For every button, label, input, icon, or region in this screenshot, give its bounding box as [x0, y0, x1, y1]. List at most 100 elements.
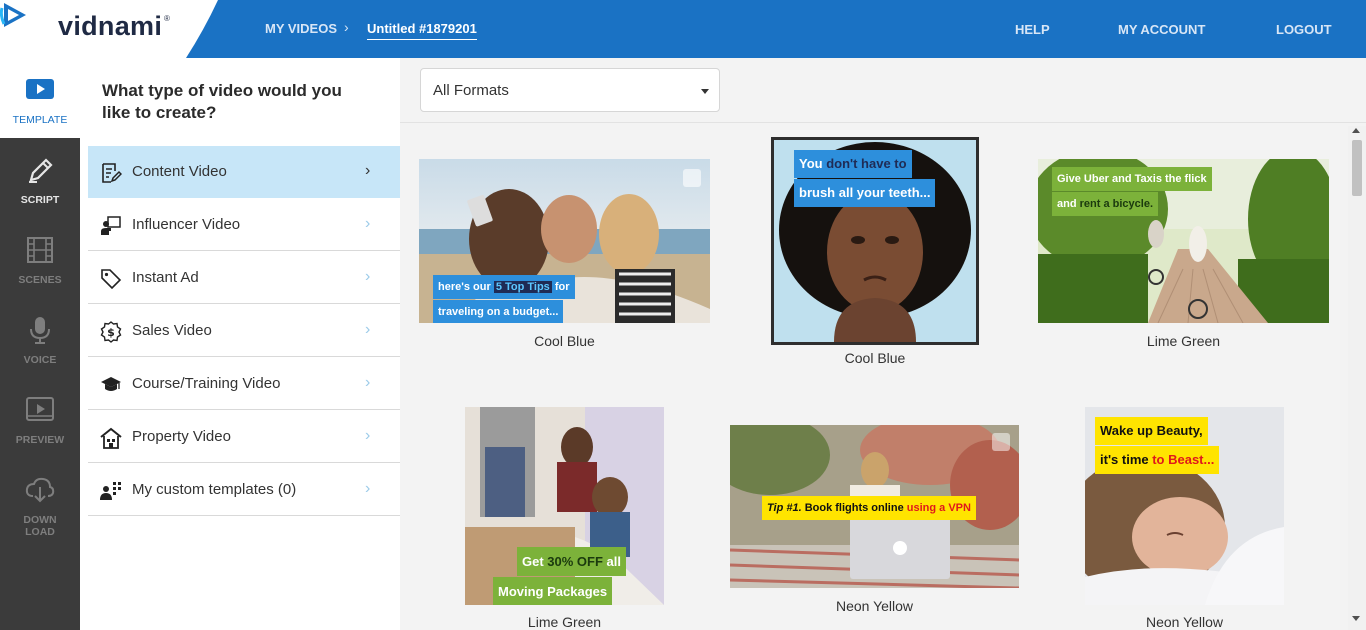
- category-my-custom-templates[interactable]: My custom templates (0) ›: [88, 464, 400, 516]
- category-label: Property Video: [132, 428, 231, 445]
- preview-screen-icon: [26, 397, 54, 421]
- breadcrumb-separator: ›: [344, 19, 349, 35]
- template-caption: You don't have to brush all your teeth..…: [794, 150, 936, 208]
- template-thumbnail[interactable]: Give Uber and Taxis the flick and rent a…: [1038, 159, 1329, 323]
- template-name: Cool Blue: [844, 350, 906, 366]
- play-screen-icon: [26, 79, 54, 99]
- document-edit-icon: [102, 163, 122, 183]
- category-label: Instant Ad: [132, 269, 199, 286]
- rail-label-download-line1: DOWN: [23, 514, 57, 526]
- help-link[interactable]: HELP: [1015, 22, 1050, 37]
- template-name: Neon Yellow: [835, 598, 914, 614]
- scroll-up-arrow-icon[interactable]: [1352, 128, 1360, 133]
- rail-item-voice[interactable]: VOICE: [0, 298, 80, 378]
- caption-text: for: [551, 281, 570, 293]
- caption-text: Tip #1.: [767, 502, 805, 514]
- caption-text: all: [602, 554, 621, 569]
- logo[interactable]: vidnami ®: [0, 0, 220, 58]
- breadcrumb-my-videos[interactable]: MY VIDEOS: [265, 21, 337, 36]
- template-thumbnail[interactable]: Tip #1. Book flights online using a VPN: [730, 425, 1019, 588]
- template-caption: Tip #1. Book flights online using a VPN: [762, 496, 976, 521]
- chevron-right-icon: ›: [365, 162, 371, 179]
- format-dropdown[interactable]: All Formats: [420, 68, 720, 112]
- microphone-icon: [30, 317, 50, 344]
- template-caption: Get 30% OFF all Moving Packages: [493, 547, 626, 605]
- gallery-divider: [400, 122, 1366, 123]
- caption-text: You: [799, 156, 827, 171]
- chevron-right-icon: ›: [365, 374, 371, 391]
- rail-label-template: TEMPLATE: [12, 114, 68, 126]
- template-thumbnail[interactable]: Get 30% OFF all Moving Packages: [465, 407, 664, 605]
- caption-text: Moving Packages: [493, 577, 613, 605]
- pencil-icon: [29, 158, 53, 183]
- logo-text: vidnami: [58, 11, 163, 41]
- graduation-cap-icon: [101, 377, 121, 391]
- rail-item-template[interactable]: TEMPLATE: [0, 58, 80, 138]
- category-property-video[interactable]: Property Video ›: [88, 411, 400, 463]
- film-icon: [27, 237, 53, 263]
- caption-highlight: 30% OFF: [547, 554, 603, 569]
- template-thumbnail[interactable]: You don't have to brush all your teeth..…: [771, 137, 979, 345]
- scroll-down-arrow-icon[interactable]: [1352, 616, 1360, 621]
- rail-item-script[interactable]: SCRIPT: [0, 138, 80, 218]
- category-label: Course/Training Video: [132, 375, 281, 392]
- caption-highlight: using a VPN: [906, 502, 971, 514]
- caption-text: and: [1057, 198, 1080, 210]
- category-label: Influencer Video: [132, 216, 241, 233]
- caption-text: Wake up Beauty,: [1095, 417, 1208, 445]
- category-content-video[interactable]: Content Video ›: [88, 146, 400, 198]
- chevron-right-icon: ›: [365, 268, 371, 285]
- rail-label-voice: VOICE: [23, 354, 57, 366]
- caret-down-icon: [701, 89, 709, 94]
- caption-text: it's time: [1100, 452, 1153, 467]
- template-thumbnail[interactable]: Wake up Beauty, it's time to Beast...: [1085, 407, 1284, 605]
- template-gallery: All Formats here's our 5 Top Tips for tr…: [400, 58, 1366, 630]
- template-caption: Wake up Beauty, it's time to Beast...: [1095, 417, 1220, 475]
- rail-item-download[interactable]: DOWN LOAD: [0, 458, 80, 538]
- users-grid-icon: [100, 482, 121, 500]
- category-label: Content Video: [132, 163, 227, 180]
- category-course-training-video[interactable]: Course/Training Video ›: [88, 358, 400, 410]
- caption-text: Get: [522, 554, 548, 569]
- step-rail: TEMPLATE SCRIPT SCENES VOICE PREVIEW DOW…: [0, 58, 80, 630]
- caption-highlight: don't have to: [826, 156, 907, 171]
- template-caption: here's our 5 Top Tips for traveling on a…: [433, 275, 575, 323]
- template-name: Neon Yellow: [1145, 614, 1224, 630]
- caption-text: Book flights online: [804, 502, 907, 514]
- category-influencer-video[interactable]: Influencer Video ›: [88, 199, 400, 251]
- logout-link[interactable]: LOGOUT: [1276, 22, 1332, 37]
- my-account-link[interactable]: MY ACCOUNT: [1118, 22, 1205, 37]
- chevron-right-icon: ›: [365, 215, 371, 232]
- template-name: Lime Green: [1146, 333, 1221, 349]
- vidnami-logo-icon: [0, 3, 26, 27]
- rail-item-preview[interactable]: PREVIEW: [0, 378, 80, 458]
- gallery-scrollbar-thumb[interactable]: [1352, 140, 1362, 196]
- caption-text: traveling on a budget...: [433, 300, 564, 323]
- panel-title: What type of video would you like to cre…: [102, 81, 342, 122]
- breadcrumb-current-project[interactable]: Untitled #1879201: [367, 21, 477, 40]
- category-instant-ad[interactable]: Instant Ad ›: [88, 252, 400, 304]
- template-caption: Give Uber and Taxis the flick and rent a…: [1052, 167, 1212, 217]
- presenter-icon: [101, 216, 121, 235]
- gallery-scrollbar[interactable]: [1348, 126, 1366, 630]
- video-type-panel: What type of video would you like to cre…: [80, 58, 400, 630]
- rail-label-download: DOWN LOAD: [0, 514, 80, 538]
- template-name: Lime Green: [527, 614, 602, 630]
- dollar-badge-icon: $: [100, 321, 122, 343]
- chevron-right-icon: ›: [365, 427, 371, 444]
- tag-icon: [101, 269, 122, 290]
- caption-text: here's our: [438, 281, 494, 293]
- rail-label-preview: PREVIEW: [15, 434, 65, 446]
- caption-highlight: 5 Top Tips: [493, 281, 552, 293]
- caption-text: brush all your teeth...: [794, 179, 936, 207]
- rail-label-download-line2: LOAD: [25, 526, 55, 538]
- category-label: My custom templates (0): [132, 481, 297, 498]
- category-label: Sales Video: [132, 322, 212, 339]
- template-thumbnail[interactable]: here's our 5 Top Tips for traveling on a…: [419, 159, 710, 323]
- top-header: vidnami ® MY VIDEOS › Untitled #1879201 …: [0, 0, 1366, 58]
- logo-registered-mark: ®: [164, 14, 170, 23]
- category-sales-video[interactable]: $ Sales Video ›: [88, 305, 400, 357]
- rail-item-scenes[interactable]: SCENES: [0, 218, 80, 298]
- caption-highlight: rent a bicycle.: [1079, 198, 1153, 210]
- cloud-download-icon: [25, 477, 55, 503]
